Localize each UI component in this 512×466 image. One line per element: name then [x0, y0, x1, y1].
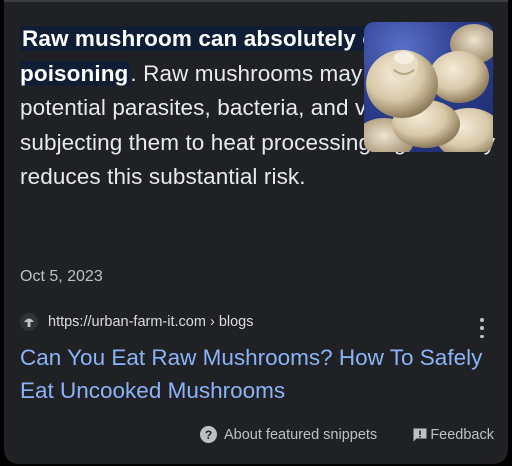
featured-snippet-card: Raw mushroom can absolutely cause food p… [4, 0, 508, 464]
about-featured-snippets-link[interactable]: ? About featured snippets [200, 426, 377, 443]
top-divider [4, 0, 508, 2]
mushroom-favicon-icon [20, 313, 38, 331]
feedback-label: Feedback [430, 426, 494, 443]
feedback-icon [413, 428, 427, 441]
feedback-button[interactable]: Feedback [412, 427, 494, 443]
snippet-date: Oct 5, 2023 [20, 268, 103, 285]
mushroom-image [364, 24, 493, 152]
source-url[interactable]: https://urban-farm-it.com › blogs [48, 314, 254, 330]
snippet-footer: ? About featured snippets Feedback [200, 426, 494, 443]
help-icon: ? [200, 426, 217, 443]
more-vert-icon[interactable] [478, 318, 486, 338]
source-row[interactable]: https://urban-farm-it.com › blogs [20, 313, 254, 331]
mushroom-thumbnail[interactable] [364, 22, 493, 152]
about-label: About featured snippets [224, 426, 378, 443]
result-title-link[interactable]: Can You Eat Raw Mushrooms? How To Safely… [20, 342, 490, 407]
